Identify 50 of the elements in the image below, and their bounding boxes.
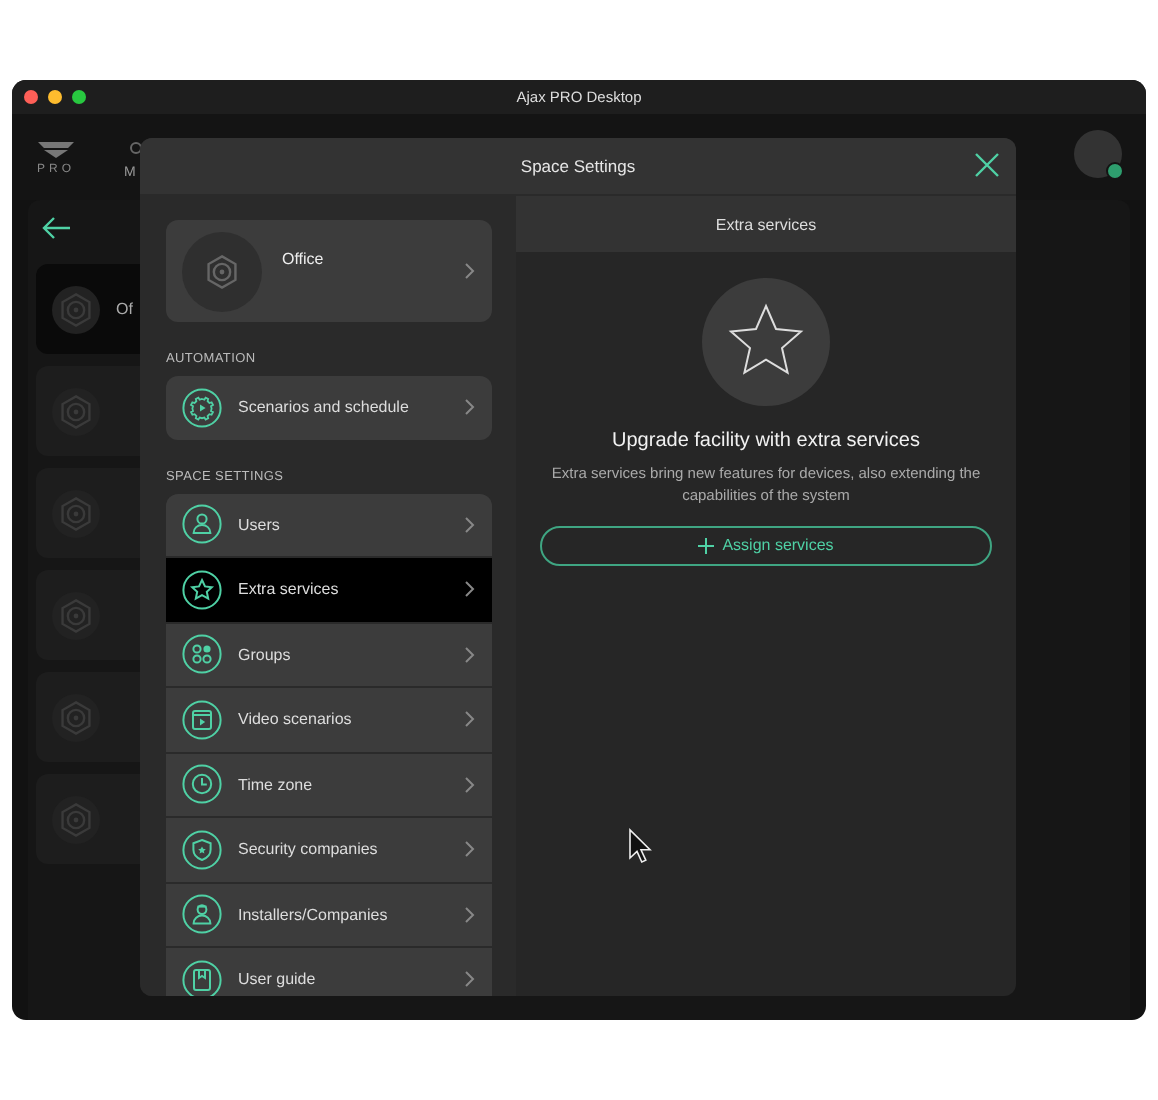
settings-item[interactable]: User guide — [166, 948, 492, 996]
back-arrow-icon[interactable] — [40, 216, 72, 240]
space-icon — [52, 591, 100, 639]
settings-item[interactable]: Security companies — [166, 818, 492, 881]
close-window-button[interactable] — [24, 90, 38, 104]
shield-icon — [182, 829, 222, 870]
chevron-icon — [464, 840, 476, 859]
chevron-icon — [464, 262, 476, 280]
user-avatar[interactable] — [1074, 130, 1122, 178]
chevron-icon — [464, 970, 476, 989]
space-icon — [52, 285, 100, 333]
video-icon — [182, 699, 222, 740]
chevron-icon — [464, 710, 476, 729]
settings-item[interactable]: Installers/Companies — [166, 883, 492, 946]
space-icon — [52, 795, 100, 843]
dialog-title: Space Settings — [520, 156, 636, 176]
space-icon — [52, 489, 100, 537]
mouse-pointer-icon — [628, 828, 652, 864]
logo-icon — [36, 139, 76, 159]
chevron-icon — [464, 580, 476, 599]
settings-item[interactable]: Extra services — [166, 558, 492, 621]
panel-header: Extra services — [516, 196, 1016, 252]
minimize-button[interactable] — [48, 90, 62, 104]
promo-title: Upgrade facility with extra services — [612, 430, 920, 452]
chevron-icon — [464, 775, 476, 794]
chevron-icon — [464, 515, 476, 534]
settings-item[interactable]: Users — [166, 493, 492, 556]
user-icon — [182, 504, 222, 545]
space-name: Of — [116, 300, 133, 318]
chevron-icon — [464, 645, 476, 664]
space-card[interactable]: Office — [166, 220, 492, 322]
online-dot — [1106, 162, 1124, 180]
assign-services-button[interactable]: Assign services — [540, 525, 992, 565]
clock-icon — [182, 764, 222, 805]
settings-item[interactable]: Time zone — [166, 753, 492, 816]
installer-icon — [182, 894, 222, 935]
space-name: Office — [282, 250, 326, 268]
settings-item[interactable]: Groups — [166, 623, 492, 686]
space-icon — [52, 387, 100, 435]
chevron-icon — [464, 398, 476, 417]
settings-item[interactable]: Scenarios and schedule — [166, 376, 492, 439]
zoom-button[interactable] — [72, 90, 86, 104]
plus-icon — [698, 537, 715, 553]
settings-item[interactable]: Video scenarios — [166, 688, 492, 751]
close-icon[interactable] — [974, 152, 1000, 178]
book-icon — [182, 959, 222, 996]
space-icon — [52, 693, 100, 741]
groups-icon — [182, 634, 222, 675]
chevron-icon — [464, 905, 476, 924]
gear-icon — [182, 387, 222, 428]
